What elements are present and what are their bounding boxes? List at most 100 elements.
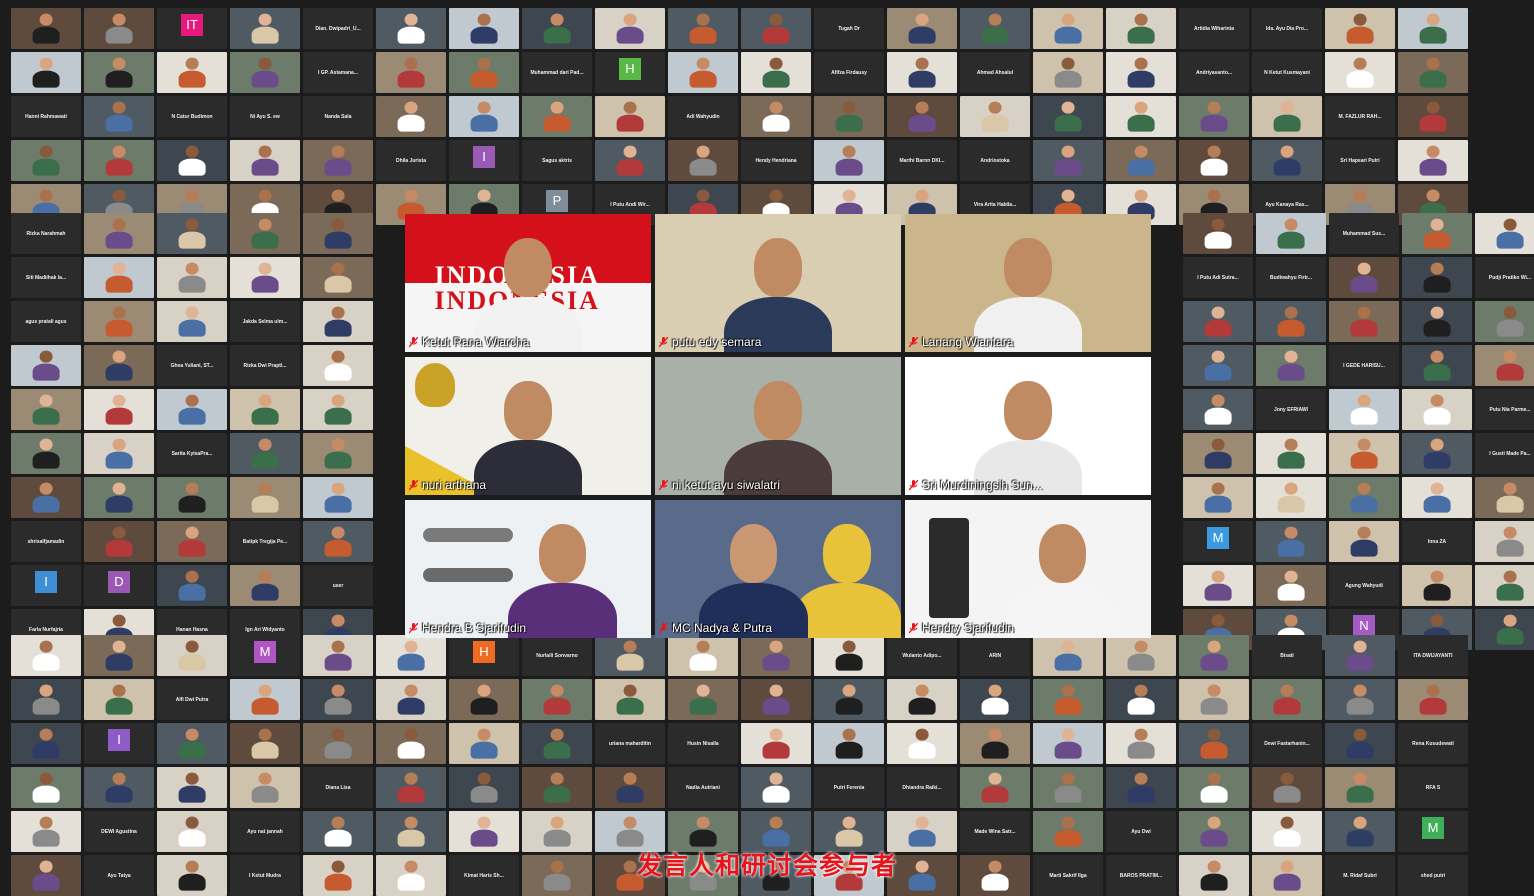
participant-tile[interactable]: [1398, 96, 1468, 137]
participant-tile[interactable]: [960, 8, 1030, 49]
participant-tile[interactable]: [1475, 301, 1534, 342]
participant-tile[interactable]: [741, 723, 811, 764]
participant-tile[interactable]: [741, 767, 811, 808]
participant-tile[interactable]: [1398, 679, 1468, 720]
participant-tile[interactable]: [1475, 609, 1534, 650]
participant-tile[interactable]: [595, 140, 665, 181]
participant-tile[interactable]: Pudji Pratiko Wi...: [1475, 257, 1534, 298]
participant-tile[interactable]: [230, 140, 300, 181]
participant-tile[interactable]: Dhiandra Raiki...: [887, 767, 957, 808]
participant-tile[interactable]: Hendy Hendriana: [741, 140, 811, 181]
participant-tile[interactable]: [1033, 723, 1103, 764]
participant-tile[interactable]: [230, 213, 300, 254]
participant-tile[interactable]: [230, 257, 300, 298]
participant-tile[interactable]: [157, 767, 227, 808]
participant-tile[interactable]: [1402, 257, 1472, 298]
speaker-tile-s2[interactable]: putu edy semara: [655, 214, 901, 352]
participant-tile[interactable]: [1033, 635, 1103, 676]
participant-tile[interactable]: Agung Wahyudi: [1329, 565, 1399, 606]
participant-tile[interactable]: I: [11, 565, 81, 606]
participant-tile[interactable]: [84, 301, 154, 342]
participant-tile[interactable]: [230, 433, 300, 474]
participant-tile[interactable]: Ahmad Ahsalul: [960, 52, 1030, 93]
participant-tile[interactable]: agus pratali agus: [11, 301, 81, 342]
participant-tile[interactable]: [960, 679, 1030, 720]
participant-tile[interactable]: [1329, 433, 1399, 474]
participant-tile[interactable]: [1033, 140, 1103, 181]
participant-tile[interactable]: [814, 96, 884, 137]
participant-tile[interactable]: [1179, 96, 1249, 137]
participant-tile[interactable]: [814, 635, 884, 676]
participant-tile[interactable]: [1329, 301, 1399, 342]
participant-tile[interactable]: [84, 96, 154, 137]
participant-tile[interactable]: [522, 767, 592, 808]
participant-tile[interactable]: [1179, 767, 1249, 808]
participant-tile[interactable]: [1256, 477, 1326, 518]
participant-tile[interactable]: [522, 96, 592, 137]
participant-tile[interactable]: [1398, 8, 1468, 49]
participant-tile[interactable]: Nurlaili Sonvarno: [522, 635, 592, 676]
participant-tile[interactable]: [230, 52, 300, 93]
participant-tile[interactable]: [1106, 679, 1176, 720]
participant-tile[interactable]: [1183, 565, 1253, 606]
participant-tile[interactable]: [668, 635, 738, 676]
participant-tile[interactable]: I: [449, 140, 519, 181]
participant-tile[interactable]: Artidia Wiharinta: [1179, 8, 1249, 49]
participant-tile[interactable]: [1325, 8, 1395, 49]
participant-tile[interactable]: user: [303, 565, 373, 606]
participant-tile[interactable]: Dian. Dwipadri_U...: [303, 8, 373, 49]
participant-tile[interactable]: [1256, 345, 1326, 386]
participant-tile[interactable]: [1398, 140, 1468, 181]
participant-tile[interactable]: [303, 345, 373, 386]
participant-tile[interactable]: [1183, 345, 1253, 386]
participant-tile[interactable]: [303, 389, 373, 430]
participant-tile[interactable]: M: [230, 635, 300, 676]
participant-tile[interactable]: [1325, 767, 1395, 808]
participant-tile[interactable]: [84, 679, 154, 720]
participant-tile[interactable]: [157, 140, 227, 181]
participant-tile[interactable]: [84, 8, 154, 49]
participant-tile[interactable]: [376, 767, 446, 808]
participant-tile[interactable]: [887, 8, 957, 49]
participant-tile[interactable]: [303, 301, 373, 342]
participant-tile[interactable]: [84, 345, 154, 386]
participant-tile[interactable]: [11, 389, 81, 430]
participant-tile[interactable]: [157, 565, 227, 606]
participant-tile[interactable]: [303, 679, 373, 720]
participant-tile[interactable]: [84, 521, 154, 562]
speaker-tile-s1[interactable]: INDONESIAINDONESIAKetut Rana Wiarcha: [405, 214, 651, 352]
participant-tile[interactable]: [449, 96, 519, 137]
participant-tile[interactable]: RFA S: [1398, 767, 1468, 808]
participant-tile[interactable]: N Catur Budimon: [157, 96, 227, 137]
participant-tile[interactable]: [1475, 477, 1534, 518]
participant-tile[interactable]: Jony EFRIAWI: [1256, 389, 1326, 430]
participant-tile[interactable]: [84, 52, 154, 93]
participant-tile[interactable]: [887, 679, 957, 720]
participant-tile[interactable]: [303, 433, 373, 474]
participant-tile[interactable]: [230, 565, 300, 606]
participant-tile[interactable]: [1033, 679, 1103, 720]
participant-tile[interactable]: [84, 767, 154, 808]
participant-tile[interactable]: [814, 679, 884, 720]
participant-tile[interactable]: [741, 679, 811, 720]
participant-tile[interactable]: [157, 389, 227, 430]
participant-tile[interactable]: [522, 8, 592, 49]
participant-tile[interactable]: [741, 635, 811, 676]
participant-tile[interactable]: [960, 723, 1030, 764]
participant-tile[interactable]: Muhammad Sus...: [1329, 213, 1399, 254]
participant-tile[interactable]: shrisalfjamadin: [11, 521, 81, 562]
participant-tile[interactable]: I GP. Astamana...: [303, 52, 373, 93]
participant-tile[interactable]: [376, 635, 446, 676]
participant-tile[interactable]: [303, 140, 373, 181]
participant-tile[interactable]: Sagus aktris: [522, 140, 592, 181]
participant-tile[interactable]: [303, 257, 373, 298]
participant-tile[interactable]: [230, 767, 300, 808]
participant-tile[interactable]: Dewi Fastarhanin...: [1252, 723, 1322, 764]
participant-tile[interactable]: [1183, 301, 1253, 342]
participant-tile[interactable]: [1475, 565, 1534, 606]
participant-tile[interactable]: [1475, 521, 1534, 562]
participant-tile[interactable]: [741, 96, 811, 137]
participant-tile[interactable]: Afifza Firdausy: [814, 52, 884, 93]
participant-tile[interactable]: M: [1183, 521, 1253, 562]
participant-tile[interactable]: [157, 257, 227, 298]
